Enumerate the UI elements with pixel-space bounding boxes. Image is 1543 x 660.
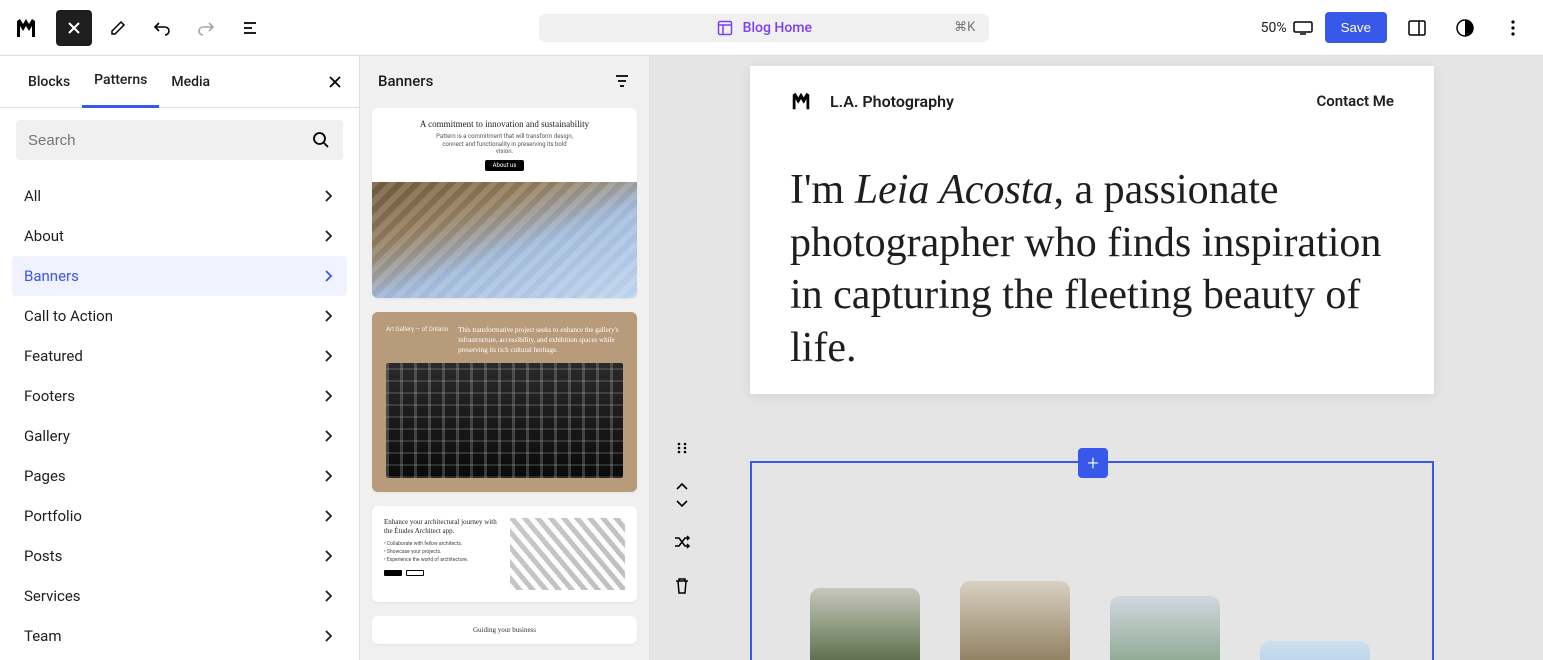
inserter-panel: Blocks Patterns Media All About Banners … [0, 56, 360, 660]
search-wrap [0, 108, 359, 172]
category-featured[interactable]: Featured [12, 336, 347, 376]
save-button[interactable]: Save [1325, 12, 1387, 43]
pattern3-heading: Enhance your architectural journey with … [384, 518, 500, 536]
close-inserter-button[interactable] [56, 10, 92, 46]
site-header: L.A. Photography Contact Me [750, 66, 1434, 124]
zoom-control[interactable]: 50% [1261, 20, 1313, 36]
zoom-value: 50% [1261, 20, 1287, 36]
chevron-right-icon [321, 469, 335, 483]
chevron-right-icon [321, 189, 335, 203]
pattern3-bullets: • Collaborate with fellow architects. • … [384, 540, 500, 564]
styles-button[interactable] [1447, 10, 1483, 46]
pattern1-sub: Pattern is a commitment that will transf… [435, 133, 575, 156]
category-portfolio[interactable]: Portfolio [12, 496, 347, 536]
toolbar-right: 50% Save [1261, 10, 1531, 46]
category-call-to-action[interactable]: Call to Action [12, 296, 347, 336]
category-team[interactable]: Team [12, 616, 347, 656]
move-down-button[interactable] [670, 496, 694, 510]
search-icon [311, 130, 331, 150]
chevron-right-icon [321, 589, 335, 603]
category-footers[interactable]: Footers [12, 376, 347, 416]
app-logo[interactable] [12, 14, 40, 42]
document-title-chip[interactable]: Blog Home ⌘K [539, 14, 989, 42]
command-shortcut: ⌘K [954, 20, 975, 35]
top-toolbar: Blog Home ⌘K 50% Save [0, 0, 1543, 56]
site-title[interactable]: L.A. Photography [830, 92, 954, 111]
pattern-card-2[interactable]: Art Gallery — of Ontario This transforma… [372, 312, 637, 492]
pattern-card-3[interactable]: Enhance your architectural journey with … [372, 506, 637, 602]
more-options-button[interactable] [1495, 10, 1531, 46]
toolbar-center: Blog Home ⌘K [268, 14, 1261, 42]
pattern2-desc: This transformative project seeks to enh… [458, 326, 623, 355]
document-overview-button[interactable] [232, 10, 268, 46]
gallery-image[interactable] [1260, 641, 1370, 660]
chevron-right-icon [321, 309, 335, 323]
pattern-card-4[interactable]: Guiding your business [372, 616, 637, 644]
hero-heading[interactable]: I'm Leia Acosta, a passionate photograph… [790, 164, 1394, 374]
chevron-right-icon [321, 429, 335, 443]
search-input[interactable] [28, 132, 311, 149]
chevron-right-icon [321, 269, 335, 283]
pattern2-image [386, 363, 623, 478]
category-services[interactable]: Services [12, 576, 347, 616]
nav-contact-link[interactable]: Contact Me [1316, 92, 1394, 110]
editor-canvas-area: L.A. Photography Contact Me I'm Leia Aco… [650, 56, 1543, 660]
chevron-right-icon [321, 629, 335, 643]
document-title-label: Blog Home [743, 20, 812, 36]
category-all[interactable]: All [12, 176, 347, 216]
category-list: All About Banners Call to Action Feature… [0, 172, 359, 660]
add-block-button[interactable]: + [1078, 448, 1108, 478]
tab-blocks[interactable]: Blocks [16, 56, 82, 108]
edit-tool-button[interactable] [100, 10, 136, 46]
pattern-card-1[interactable]: A commitment to innovation and sustainab… [372, 108, 637, 298]
drag-handle-icon[interactable] [670, 436, 694, 460]
shuffle-button[interactable] [670, 530, 694, 554]
delete-button[interactable] [670, 574, 694, 598]
move-up-button[interactable] [670, 480, 694, 494]
gallery-image[interactable] [1110, 596, 1220, 660]
pattern1-cta: About us [485, 160, 525, 171]
pattern-preview-panel: Banners A commitment to innovation and s… [360, 56, 650, 660]
hero-section[interactable]: I'm Leia Acosta, a passionate photograph… [750, 124, 1434, 394]
main-area: Blocks Patterns Media All About Banners … [0, 56, 1543, 660]
pattern-panel-title: Banners [378, 72, 433, 90]
pattern-panel-header: Banners [372, 72, 637, 94]
tab-media[interactable]: Media [159, 56, 222, 108]
gallery-block[interactable] [810, 521, 1370, 660]
chevron-right-icon [321, 229, 335, 243]
desktop-icon [1293, 21, 1313, 35]
close-inserter-icon[interactable] [327, 74, 343, 90]
chevron-right-icon [321, 349, 335, 363]
pattern3-image [510, 518, 626, 590]
category-banners[interactable]: Banners [12, 256, 347, 296]
pattern2-crumb: Art Gallery — of Ontario [386, 326, 448, 355]
category-about[interactable]: About [12, 216, 347, 256]
undo-button[interactable] [144, 10, 180, 46]
site-logo[interactable] [790, 90, 812, 112]
sidebar-toggle-button[interactable] [1399, 10, 1435, 46]
toolbar-left [12, 10, 268, 46]
page-canvas[interactable]: L.A. Photography Contact Me I'm Leia Aco… [750, 66, 1434, 394]
chevron-right-icon [321, 509, 335, 523]
template-icon [717, 20, 733, 36]
pattern1-heading: A commitment to innovation and sustainab… [420, 119, 589, 129]
pattern1-image [372, 182, 637, 298]
gallery-image[interactable] [960, 581, 1070, 660]
tab-patterns[interactable]: Patterns [82, 56, 159, 108]
redo-button[interactable] [188, 10, 224, 46]
gallery-image[interactable] [810, 588, 920, 660]
block-toolbar-rail [670, 436, 694, 598]
inserter-tabs: Blocks Patterns Media [0, 56, 359, 108]
category-posts[interactable]: Posts [12, 536, 347, 576]
chevron-right-icon [321, 389, 335, 403]
search-field[interactable] [16, 120, 343, 160]
pattern4-heading: Guiding your business [473, 626, 536, 634]
filter-icon[interactable] [613, 72, 631, 90]
category-pages[interactable]: Pages [12, 456, 347, 496]
category-gallery[interactable]: Gallery [12, 416, 347, 456]
chevron-right-icon [321, 549, 335, 563]
